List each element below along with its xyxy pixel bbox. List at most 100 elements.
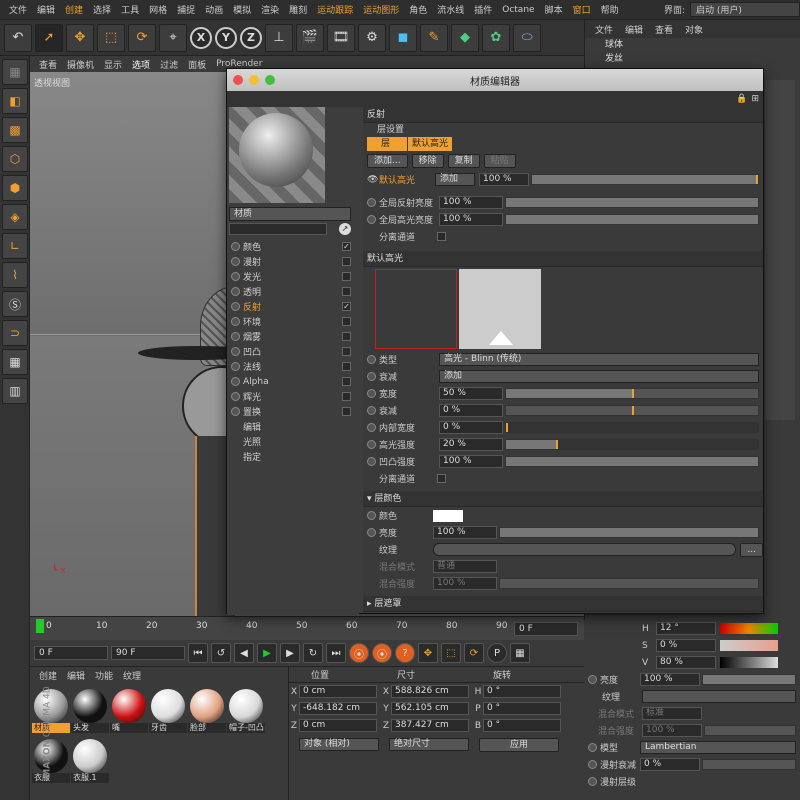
channel-radio[interactable] xyxy=(231,317,240,326)
attr-texture-field[interactable] xyxy=(642,690,796,703)
cloner-icon[interactable]: ✿ xyxy=(482,23,510,52)
menu-item[interactable]: 创建 xyxy=(60,3,88,16)
sep-pass-checkbox[interactable] xyxy=(437,232,446,241)
copy-layer-button[interactable]: 复制 xyxy=(447,154,480,168)
model-radio[interactable] xyxy=(588,743,597,752)
position-field[interactable]: 0 cm xyxy=(299,719,377,732)
sep-pass2-checkbox[interactable] xyxy=(437,474,446,483)
close-button[interactable] xyxy=(233,75,243,85)
global-reflect-field[interactable]: 100 % xyxy=(439,196,503,209)
channel-radio[interactable] xyxy=(231,257,240,266)
channel-radio[interactable] xyxy=(231,407,240,416)
menu-item[interactable]: 脚本 xyxy=(540,3,568,16)
lc-brightness-field[interactable]: 100 % xyxy=(433,526,497,539)
timeline-end-field[interactable]: 0 F xyxy=(514,622,578,636)
s-field[interactable]: 0 % xyxy=(656,639,716,652)
viewport-menu-item[interactable]: 面板 xyxy=(183,58,211,71)
menu-item[interactable]: 雕刻 xyxy=(284,3,312,16)
coord-mode-select[interactable]: 对象 (相对) xyxy=(299,738,379,751)
param-key-icon[interactable]: P xyxy=(487,643,507,663)
menu-item[interactable]: 工具 xyxy=(116,3,144,16)
channel-item[interactable]: 置换 xyxy=(227,404,357,419)
solo-icon[interactable]: Ⓢ xyxy=(2,291,28,317)
object-menu-item[interactable]: 查看 xyxy=(649,23,679,36)
edges-mode-icon[interactable]: ⬢ xyxy=(2,175,28,201)
viewport-menu-item[interactable]: 选项 xyxy=(127,58,155,71)
diffuse-falloff-radio[interactable] xyxy=(588,760,597,769)
menu-item[interactable]: 捕捉 xyxy=(172,3,200,16)
axis-icon[interactable]: ∟ xyxy=(2,233,28,259)
channel-checkbox[interactable] xyxy=(342,272,351,281)
rotation-field[interactable]: 0 ° xyxy=(483,685,561,698)
channel-checkbox[interactable]: ✓ xyxy=(342,302,351,311)
pen-icon[interactable]: ✎ xyxy=(420,23,448,52)
width-field[interactable]: 50 % xyxy=(439,387,503,400)
y-axis-button[interactable]: Y xyxy=(215,26,237,49)
object-menu-item[interactable]: 编辑 xyxy=(619,23,649,36)
eye-icon[interactable]: 👁 xyxy=(367,175,379,185)
position-field[interactable]: 0 cm xyxy=(299,685,377,698)
world-coords-icon[interactable]: ⊥ xyxy=(265,23,293,52)
channel-radio[interactable] xyxy=(231,242,240,251)
channel-radio[interactable] xyxy=(231,332,240,341)
prev-frame-icon[interactable]: ◀ xyxy=(234,643,254,663)
object-item[interactable]: 球体 xyxy=(585,38,800,52)
menu-item[interactable]: 角色 xyxy=(404,3,432,16)
channel-radio[interactable] xyxy=(231,377,240,386)
material-menu-item[interactable]: 编辑 xyxy=(62,669,90,682)
material-ball[interactable] xyxy=(151,689,185,723)
model-select[interactable]: Lambertian xyxy=(640,741,796,754)
menu-item[interactable]: 渲染 xyxy=(256,3,284,16)
material-name[interactable]: 头发 xyxy=(71,723,109,733)
attr-brightness-field[interactable]: 100 % xyxy=(640,673,700,686)
rotate-key-icon[interactable]: ⟳ xyxy=(464,643,484,663)
undo-icon[interactable]: ↶ xyxy=(4,23,32,52)
go-end-icon[interactable]: ⏭ xyxy=(326,643,346,663)
timeline[interactable]: 0 F 0 10 20 30 40 50 60 70 80 90 xyxy=(30,616,584,640)
menu-item[interactable]: 插件 xyxy=(469,3,497,16)
channel-item[interactable]: 环境 xyxy=(227,314,357,329)
channel-item[interactable]: 透明 xyxy=(227,284,357,299)
pla-key-icon[interactable]: ▦ xyxy=(510,643,530,663)
size-field[interactable]: 562.105 cm xyxy=(391,702,469,715)
size-mode-select[interactable]: 绝对尺寸 xyxy=(389,738,469,751)
position-field[interactable]: -648.182 cm xyxy=(299,702,377,715)
inner-width-field[interactable]: 0 % xyxy=(439,421,503,434)
texture-mode-icon[interactable]: ▦ xyxy=(2,59,28,85)
lock-icon[interactable]: 🔒 xyxy=(736,94,747,104)
tab-layer[interactable]: 层 xyxy=(367,137,407,151)
keyframe-help-icon[interactable]: ? xyxy=(395,643,415,663)
object-item[interactable]: 发丝 xyxy=(585,52,800,66)
material-ball[interactable] xyxy=(112,689,146,723)
channel-checkbox[interactable] xyxy=(342,362,351,371)
minimize-button[interactable] xyxy=(249,75,259,85)
menu-item[interactable]: 运动图形 xyxy=(358,3,404,16)
material-name[interactable]: 帽子-凹凸 xyxy=(227,723,265,733)
color-swatch[interactable] xyxy=(433,509,463,522)
channel-checkbox[interactable] xyxy=(342,257,351,266)
menu-item[interactable]: 编辑 xyxy=(32,3,60,16)
lock-grid-icon[interactable]: ▦ xyxy=(2,349,28,375)
material-ball[interactable] xyxy=(73,689,107,723)
menu-item[interactable]: 选择 xyxy=(88,3,116,16)
size-field[interactable]: 387.427 cm xyxy=(391,719,469,732)
diffuse-falloff-field[interactable]: 0 % xyxy=(640,758,700,771)
new-window-icon[interactable]: ⊞ xyxy=(751,94,759,104)
tab-default-spec[interactable]: 默认高光 xyxy=(408,137,452,151)
playhead[interactable] xyxy=(36,619,44,633)
magnet-icon[interactable]: ⊃ xyxy=(2,320,28,346)
section-layer-color[interactable]: ▾ 层颜色 xyxy=(363,491,763,507)
material-menu-item[interactable]: 功能 xyxy=(90,669,118,682)
material-menu-item[interactable]: 纹理 xyxy=(118,669,146,682)
z-axis-button[interactable]: Z xyxy=(240,26,262,49)
deformer-icon[interactable]: ⬭ xyxy=(513,23,541,52)
channel-checkbox[interactable]: ✓ xyxy=(342,242,351,251)
layer-mode-select[interactable]: 添加 xyxy=(435,173,475,186)
material-name[interactable]: 衣服.1 xyxy=(71,773,109,783)
channel-checkbox[interactable] xyxy=(342,347,351,356)
editor-extra-item[interactable]: 编辑 xyxy=(227,419,357,434)
auto-key-icon[interactable]: ⦿ xyxy=(372,643,392,663)
object-menu-item[interactable]: 文件 xyxy=(589,23,619,36)
menu-item[interactable]: Octane xyxy=(497,5,539,15)
material-name[interactable]: 嘴 xyxy=(110,723,148,733)
